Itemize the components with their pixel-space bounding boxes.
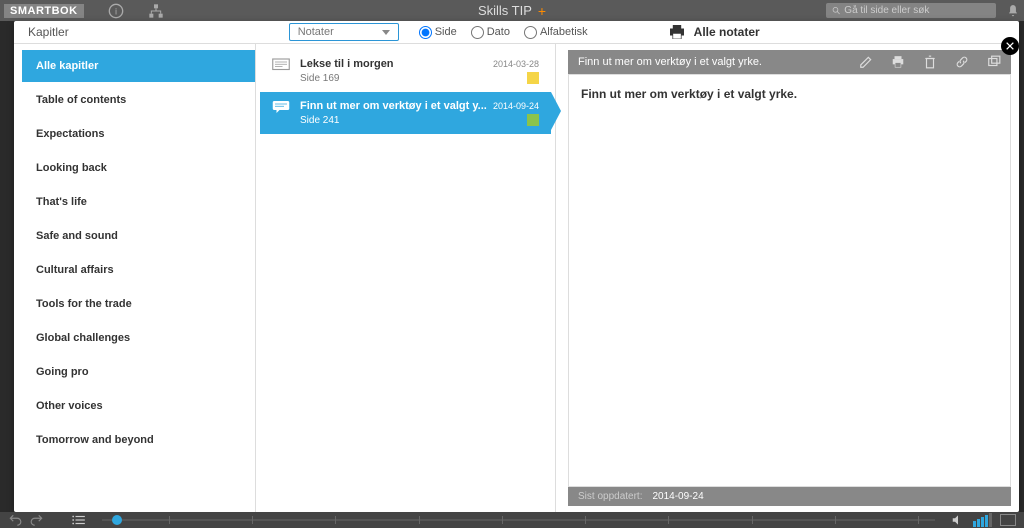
radio-side[interactable]: Side — [419, 26, 457, 39]
filter-dropdown[interactable]: Notater — [289, 23, 399, 41]
note-date: 2014-09-24 — [493, 101, 539, 111]
search-icon — [832, 6, 840, 15]
sort-radio-group: Side Dato Alfabetisk — [419, 26, 588, 39]
color-swatch — [527, 114, 539, 126]
note-content: Finn ut mer om verktøy i et valgt y... 2… — [300, 100, 539, 126]
info-icon[interactable]: i — [108, 3, 124, 19]
radio-alfa-input[interactable] — [524, 26, 537, 39]
bell-icon[interactable] — [1006, 4, 1020, 18]
progress-thumb[interactable] — [112, 515, 122, 525]
progress-slider[interactable] — [102, 519, 935, 521]
panel-body: Alle kapitler Table of contents Expectat… — [14, 44, 1019, 512]
chevron-down-icon — [382, 30, 390, 35]
chat-icon — [272, 100, 290, 114]
volume-icon[interactable] — [951, 513, 965, 527]
all-notes-label: Alle notater — [694, 25, 760, 39]
volume-level[interactable] — [973, 513, 992, 527]
detail-actions — [859, 55, 1001, 69]
topbar-icons: i — [108, 3, 164, 19]
sitemap-icon[interactable] — [148, 3, 164, 19]
sidebar-item-safe-sound[interactable]: Safe and sound — [22, 220, 255, 252]
app-logo[interactable]: SMARTBOK — [4, 4, 84, 18]
sidebar-item-tomorrow[interactable]: Tomorrow and beyond — [22, 424, 255, 456]
note-item[interactable]: Finn ut mer om verktøy i et valgt y... 2… — [260, 92, 551, 134]
redo-icon[interactable] — [30, 513, 44, 527]
radio-alfa[interactable]: Alfabetisk — [524, 26, 588, 39]
note-date: 2014-03-28 — [493, 59, 539, 69]
topbar: SMARTBOK i Skills TIP + — [0, 0, 1024, 21]
logo-text-a: SMART — [10, 5, 52, 17]
note-detail: Finn ut mer om verktøy i et valgt yrke. … — [556, 44, 1019, 512]
logo-text-b: BOK — [52, 5, 78, 17]
note-page: Side 241 — [300, 115, 339, 126]
sidebar-item-going-pro[interactable]: Going pro — [22, 356, 255, 388]
search-box[interactable] — [826, 3, 996, 18]
sidebar-item-expectations[interactable]: Expectations — [22, 118, 255, 150]
panel-header: Kapitler Notater Side Dato Alfabetisk Al… — [14, 21, 1019, 44]
edit-icon[interactable] — [859, 55, 873, 69]
sidebar-item-thats-life[interactable]: That's life — [22, 186, 255, 218]
sidebar-item-other-voices[interactable]: Other voices — [22, 390, 255, 422]
bottombar — [0, 512, 1024, 528]
undo-icon[interactable] — [8, 513, 22, 527]
svg-text:i: i — [115, 6, 117, 16]
note-page: Side 169 — [300, 73, 339, 84]
title-text: Skills TIP — [478, 3, 532, 18]
all-notes-button[interactable]: Alle notater — [668, 25, 760, 39]
sidebar-item-global[interactable]: Global challenges — [22, 322, 255, 354]
printer-icon — [668, 25, 686, 39]
search-input[interactable] — [844, 5, 990, 16]
detail-footer: Sist oppdatert: 2014-09-24 — [568, 487, 1011, 506]
chapter-sidebar: Alle kapitler Table of contents Expectat… — [14, 44, 256, 512]
notes-list: Lekse til i morgen 2014-03-28 Side 169 F… — [256, 44, 556, 512]
panel-title: Kapitler — [28, 25, 69, 39]
expand-icon[interactable] — [987, 55, 1001, 69]
footer-label: Sist oppdatert: — [578, 491, 642, 502]
radio-dato-input[interactable] — [471, 26, 484, 39]
list-icon[interactable] — [72, 513, 86, 527]
note-title: Lekse til i morgen — [300, 58, 394, 70]
print-icon[interactable] — [891, 55, 905, 69]
note-item[interactable]: Lekse til i morgen 2014-03-28 Side 169 — [260, 50, 551, 92]
sidebar-item-tools-trade[interactable]: Tools for the trade — [22, 288, 255, 320]
detail-body[interactable]: Finn ut mer om verktøy i et valgt yrke. — [568, 74, 1011, 487]
close-button[interactable] — [1001, 37, 1019, 55]
fullscreen-icon[interactable] — [1000, 514, 1016, 526]
trash-icon[interactable] — [923, 55, 937, 69]
radio-side-input[interactable] — [419, 26, 432, 39]
detail-header: Finn ut mer om verktøy i et valgt yrke. — [568, 50, 1011, 74]
detail-title: Finn ut mer om verktøy i et valgt yrke. — [578, 56, 762, 68]
footer-date: 2014-09-24 — [652, 491, 703, 502]
sidebar-item-cultural[interactable]: Cultural affairs — [22, 254, 255, 286]
topbar-right — [826, 3, 1020, 18]
sidebar-item-toc[interactable]: Table of contents — [22, 84, 255, 116]
dropdown-value: Notater — [298, 26, 334, 38]
link-icon[interactable] — [955, 55, 969, 69]
note-title: Finn ut mer om verktøy i et valgt y... — [300, 100, 487, 112]
note-content: Lekse til i morgen 2014-03-28 Side 169 — [300, 58, 539, 84]
radio-dato[interactable]: Dato — [471, 26, 510, 39]
sidebar-item-all[interactable]: Alle kapitler — [22, 50, 255, 82]
plus-icon[interactable]: + — [538, 3, 546, 19]
color-swatch — [527, 72, 539, 84]
close-icon — [1005, 41, 1015, 51]
sidebar-item-looking-back[interactable]: Looking back — [22, 152, 255, 184]
app-title: Skills TIP + — [478, 3, 546, 19]
note-icon — [272, 58, 290, 72]
notes-panel: Kapitler Notater Side Dato Alfabetisk Al… — [14, 21, 1019, 512]
